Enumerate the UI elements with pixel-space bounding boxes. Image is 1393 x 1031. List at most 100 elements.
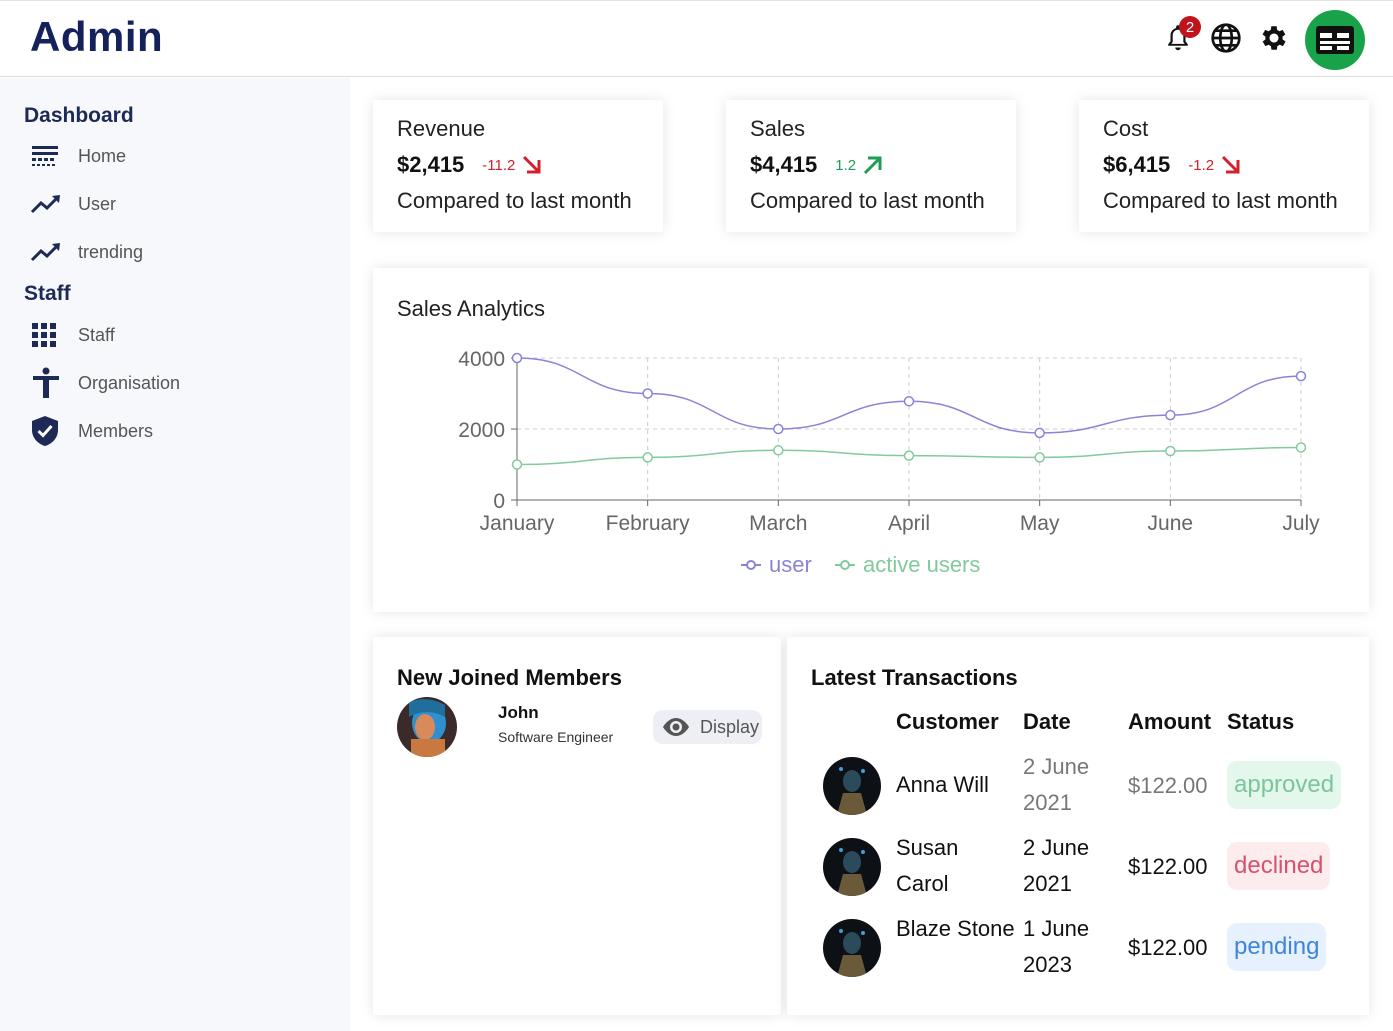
featured-rate: -11.2 [482, 156, 516, 174]
transaction-amount: $122.00 [1128, 935, 1208, 960]
customer-avatar [823, 838, 881, 896]
top-bar: Admin 2 [0, 0, 1393, 77]
sidebar: Dashboard Home User trending Staff Staff… [0, 78, 350, 1031]
customer-name: Blaze Stone [896, 916, 1015, 941]
shield-icon [30, 416, 66, 446]
table-row: Blaze Stone 1 June 2023 $122.00 pending [787, 909, 1369, 987]
table-header-amount: Amount [1128, 709, 1212, 734]
featured-card-sales: Sales $4,415 1.2 Compared to last month [726, 100, 1016, 232]
language-button[interactable] [1209, 22, 1243, 59]
trending-up-icon [30, 237, 66, 267]
sidebar-item-trending[interactable]: trending [30, 232, 143, 272]
notification-button[interactable]: 2 [1161, 16, 1201, 57]
gear-icon [1258, 22, 1290, 59]
data-point [1295, 442, 1307, 453]
table-row: Susan Carol 2 June 2021 $122.00 declined [787, 828, 1369, 906]
globe-icon [1210, 22, 1242, 59]
customer-name: Susan Carol [896, 835, 959, 896]
legend-label: active users [863, 552, 980, 577]
customer-avatar [823, 919, 881, 977]
featured-value-row: $4,415 1.2 [750, 152, 884, 178]
sales-analytics-chart: 0 2000 4000 January February March April May Jun… [458, 348, 1320, 577]
legend-swatch-marker [746, 560, 756, 570]
x-tick-label: June [1148, 512, 1194, 535]
legend-swatch-marker [840, 560, 850, 570]
latest-transactions-card: Latest Transactions Customer Date Amount… [787, 637, 1369, 1015]
members-title: New Joined Members [397, 665, 622, 690]
sidebar-item-label: Staff [78, 324, 115, 345]
featured-rate: 1.2 [835, 156, 857, 174]
featured-card-revenue: Revenue $2,415 -11.2 Compared to last mo… [373, 100, 663, 232]
arrow-down-icon [1220, 154, 1242, 176]
sidebar-item-members[interactable]: Members [30, 411, 153, 451]
sidebar-item-organisation[interactable]: Organisation [30, 363, 180, 403]
featured-subtitle: Compared to last month [397, 188, 632, 213]
featured-rate: -1.2 [1188, 156, 1215, 174]
data-point [1165, 445, 1176, 457]
sidebar-item-staff[interactable]: Staff [30, 315, 115, 355]
table-row: Anna Will 2 June 2021 $122.00 approved [787, 747, 1369, 825]
data-point [1295, 370, 1307, 382]
sidebar-item-label: Members [78, 420, 154, 441]
data-point [511, 459, 523, 470]
eye-icon [660, 716, 692, 738]
data-point [1165, 409, 1176, 421]
new-members-card: New Joined Members John Software Enginee… [373, 637, 781, 1015]
status-badge: pending [1227, 923, 1327, 971]
x-tick-label: February [606, 512, 691, 535]
status-badge: declined [1227, 842, 1331, 890]
notification-badge: 2 [1179, 16, 1201, 38]
person-icon [30, 367, 66, 398]
sidebar-section-dashboard: Dashboard [24, 104, 134, 127]
data-point [773, 423, 784, 435]
app-logo[interactable]: Admin [30, 13, 163, 61]
member-avatar [397, 697, 457, 757]
table-header-status: Status [1227, 709, 1295, 734]
data-point [511, 352, 523, 364]
data-point [903, 450, 915, 461]
data-point [773, 445, 784, 456]
x-tick-label: July [1282, 512, 1320, 535]
legend-label: user [769, 552, 812, 577]
customer-avatar [823, 757, 881, 815]
member-name: John [498, 703, 539, 722]
transactions-title: Latest Transactions [811, 665, 1018, 690]
trending-up-icon [30, 189, 66, 219]
customer-name: Anna Will [896, 772, 989, 797]
y-tick-label: 4000 [458, 348, 505, 371]
data-point [642, 388, 653, 399]
sidebar-item-label: Home [78, 145, 127, 166]
x-tick-label: May [1020, 512, 1060, 535]
x-tick-label: March [749, 512, 807, 535]
transaction-date: 2 June 2021 [1023, 754, 1090, 815]
arrow-up-icon [862, 154, 884, 176]
display-button-label: Display [700, 716, 760, 737]
featured-card-cost: Cost $6,415 -1.2 Compared to last month [1079, 100, 1369, 232]
featured-value-row: $6,415 -1.2 [1103, 152, 1242, 178]
status-badge: approved [1227, 761, 1342, 809]
table-header-date: Date [1023, 709, 1071, 734]
featured-value: $4,415 [750, 152, 818, 177]
data-point [642, 452, 653, 463]
sidebar-section-staff: Staff [24, 282, 71, 305]
settings-button[interactable] [1257, 23, 1291, 57]
featured-title: Revenue [397, 116, 486, 141]
x-tick-label: January [480, 512, 555, 535]
featured-title: Cost [1103, 116, 1149, 141]
featured-value-row: $2,415 -11.2 [397, 152, 543, 178]
transaction-date: 2 June 2021 [1023, 835, 1090, 896]
top-icons: 2 [1147, 9, 1365, 71]
grid-icon [30, 320, 66, 350]
table-header-customer: Customer [896, 709, 999, 734]
avatar[interactable] [1305, 10, 1365, 70]
sidebar-item-label: User [78, 193, 117, 214]
sidebar-item-home[interactable]: Home [30, 136, 126, 176]
featured-value: $6,415 [1103, 152, 1171, 177]
display-button[interactable]: Display [653, 710, 762, 744]
data-point [903, 396, 915, 407]
sidebar-item-label: trending [78, 241, 144, 262]
sidebar-item-user[interactable]: User [30, 184, 116, 224]
sidebar-item-label: Organisation [78, 372, 181, 393]
featured-subtitle: Compared to last month [1103, 188, 1338, 213]
arrow-down-icon [521, 154, 543, 176]
